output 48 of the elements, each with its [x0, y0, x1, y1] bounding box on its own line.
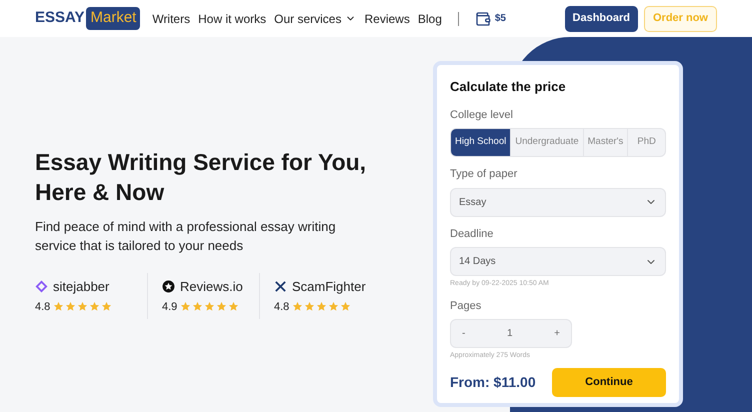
rating-score: 4.9 [162, 300, 178, 314]
rating-brand: Reviews.io [180, 278, 243, 296]
star-icon [53, 301, 64, 312]
rating-score: 4.8 [274, 300, 290, 314]
deadline-select[interactable]: 14 Days [450, 247, 666, 276]
star-icon [228, 301, 240, 312]
diamond-icon [35, 280, 48, 294]
star-icon [101, 301, 112, 312]
calculator-title: Calculate the price [450, 78, 567, 96]
decrement-button[interactable]: - [454, 326, 474, 341]
paper-select[interactable]: Essay [450, 188, 666, 216]
star-icon [316, 301, 328, 312]
nav-link[interactable]: How it works [198, 10, 266, 28]
star-icon [292, 301, 304, 312]
increment-button[interactable]: + [546, 326, 568, 341]
star-icon [304, 301, 316, 312]
rating-score: 4.8 [35, 300, 50, 314]
nav-link[interactable]: Blog [418, 10, 442, 28]
field-label: College level [450, 108, 514, 122]
rating-brand: ScamFighter [292, 278, 366, 296]
price-text: From: $11.00 [450, 372, 536, 392]
star-icon [204, 301, 216, 312]
star-icon [89, 301, 100, 312]
star-icon [65, 301, 76, 312]
star-icon [180, 301, 192, 312]
nav-link[interactable]: Writers [152, 10, 190, 28]
field-label: Deadline [450, 226, 494, 242]
star-icon [328, 301, 340, 312]
dashboard-button[interactable]: Dashboard [564, 6, 638, 32]
field-label: Type of paper [450, 167, 518, 182]
continue-button[interactable]: Continue [552, 368, 666, 396]
hero-subtitle: Find peace of mind with a professional essay writing service that is tailored to your needs [35, 218, 337, 255]
cross-icon [274, 280, 287, 294]
star-circle-icon [162, 280, 175, 294]
hero-title: Essay Writing Service for You, Here & Now [35, 148, 368, 207]
nav-link[interactable]: Reviews [364, 10, 410, 28]
balance: $5 [494, 12, 506, 26]
logo: ESSAY Market [35, 7, 140, 30]
rating-brand: sitejabber [53, 278, 110, 296]
star-icon [216, 301, 228, 312]
star-icon [77, 301, 88, 312]
field-label: Pages [450, 298, 482, 314]
nav-link[interactable]: Our services [274, 10, 356, 28]
pages-value[interactable]: 1 [506, 326, 513, 341]
star-icon [340, 301, 352, 312]
wallet-icon [474, 10, 491, 26]
level-tab[interactable]: High School [451, 129, 510, 156]
star-icon [192, 301, 204, 312]
